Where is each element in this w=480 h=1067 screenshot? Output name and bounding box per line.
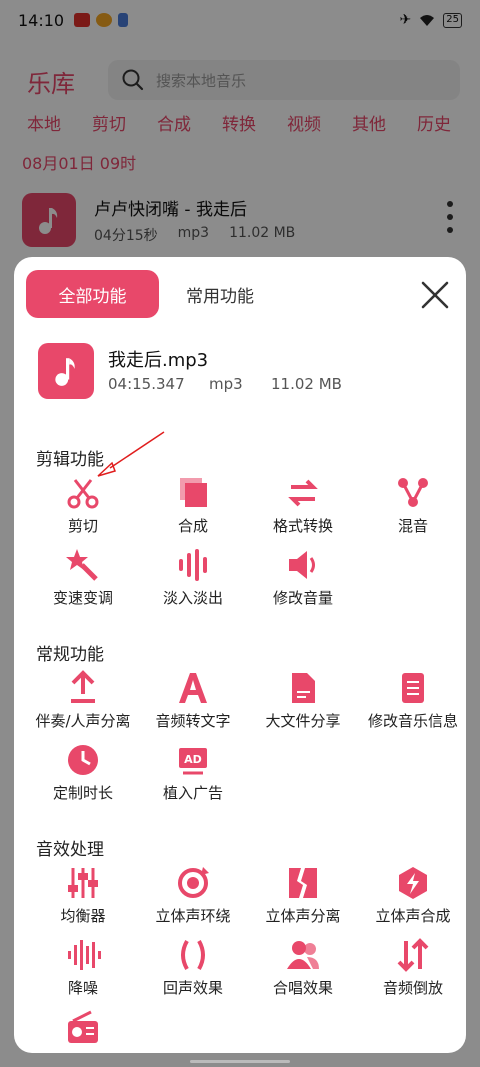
chorus-icon (283, 937, 323, 973)
file-info-card: 我走后.mp3 04:15.347 mp3 11.02 MB (38, 343, 458, 405)
section-title: 音效处理 (36, 840, 104, 860)
file-size: 11.02 MB (271, 375, 342, 393)
section-title: 常规功能 (36, 645, 104, 665)
equalizer-icon (63, 865, 103, 901)
function-label: 立体声分离 (265, 907, 341, 925)
function-item-magic-wand[interactable]: 变速变调 (26, 547, 140, 611)
function-label: 大文件分享 (265, 712, 341, 730)
function-label: 音频转文字 (155, 712, 231, 730)
text-icon (173, 670, 213, 706)
music-note-icon (55, 358, 75, 386)
function-label: 修改音乐信息 (367, 712, 458, 730)
sheet-tabs: 全部功能 常用功能 (26, 270, 456, 320)
function-label: 均衡器 (60, 907, 106, 925)
function-label: 修改音量 (272, 589, 333, 607)
scissors-icon (63, 475, 103, 511)
svg-text:AD: AD (184, 753, 202, 766)
ad-icon: AD (173, 742, 213, 778)
file-share-icon (283, 670, 323, 706)
file-thumbnail (38, 343, 94, 399)
function-item-mix[interactable]: 混音 (356, 475, 466, 539)
function-label: 立体声环绕 (155, 907, 231, 925)
function-sheet: 全部功能 常用功能 我走后.mp3 04:15.347 mp3 11.02 MB… (14, 257, 466, 1053)
function-label: 变速变调 (52, 589, 113, 607)
radio-icon (63, 1009, 103, 1045)
stereo-merge-icon (393, 865, 433, 901)
function-label: 植入广告 (162, 784, 223, 802)
function-label: 伴奏/人声分离 (35, 712, 131, 730)
function-item-merge[interactable]: 合成 (136, 475, 250, 539)
noise-reduction-icon (63, 937, 103, 973)
document-icon (393, 670, 433, 706)
function-item-noise-reduction[interactable]: 降噪 (26, 937, 140, 1001)
function-item-stereo-merge[interactable]: 立体声合成 (356, 865, 466, 929)
section-title: 剪辑功能 (36, 450, 104, 470)
mix-icon (393, 475, 433, 511)
merge-icon (173, 475, 213, 511)
function-item-surround[interactable]: 立体声环绕 (136, 865, 250, 929)
echo-icon (173, 937, 213, 973)
file-format: mp3 (209, 375, 243, 393)
fade-icon (173, 547, 213, 583)
file-duration: 04:15.347 (108, 375, 185, 393)
close-icon[interactable] (418, 278, 452, 312)
split-icon (283, 865, 323, 901)
convert-icon (283, 475, 323, 511)
function-label: 格式转换 (272, 517, 333, 535)
function-label: 淡入淡出 (162, 589, 223, 607)
function-item-scissors[interactable]: 剪切 (26, 475, 140, 539)
function-item-document[interactable]: 修改音乐信息 (356, 670, 466, 734)
function-item-chorus[interactable]: 合唱效果 (246, 937, 360, 1001)
file-name: 我走后.mp3 (108, 350, 209, 371)
reverse-icon (393, 937, 433, 973)
function-item-file-share[interactable]: 大文件分享 (246, 670, 360, 734)
function-label: 回声效果 (162, 979, 223, 997)
magic-wand-icon (63, 547, 103, 583)
function-item-volume[interactable]: 修改音量 (246, 547, 360, 611)
function-item-fade[interactable]: 淡入淡出 (136, 547, 250, 611)
function-label: 降噪 (67, 979, 98, 997)
function-item-ad[interactable]: AD 植入广告 (136, 742, 250, 806)
volume-icon (283, 547, 323, 583)
function-label: 定制时长 (52, 784, 113, 802)
tab-all-functions[interactable]: 全部功能 (26, 270, 159, 318)
function-item-upload[interactable]: 伴奏/人声分离 (26, 670, 140, 734)
function-label: 音频倒放 (382, 979, 443, 997)
surround-icon (173, 865, 213, 901)
function-item-reverse[interactable]: 音频倒放 (356, 937, 466, 1001)
function-item-equalizer[interactable]: 均衡器 (26, 865, 140, 929)
function-label: 立体声合成 (375, 907, 451, 925)
function-item-text[interactable]: 音频转文字 (136, 670, 250, 734)
function-label: 合唱效果 (272, 979, 333, 997)
function-item-convert[interactable]: 格式转换 (246, 475, 360, 539)
function-item-radio[interactable] (26, 1009, 140, 1053)
function-label: 合成 (177, 517, 208, 535)
function-label: 剪切 (67, 517, 98, 535)
clock-icon (63, 742, 103, 778)
function-item-echo[interactable]: 回声效果 (136, 937, 250, 1001)
function-label: 混音 (397, 517, 428, 535)
gesture-bar (190, 1060, 290, 1063)
function-item-clock[interactable]: 定制时长 (26, 742, 140, 806)
upload-icon (63, 670, 103, 706)
tab-common-functions[interactable]: 常用功能 (186, 270, 254, 318)
function-item-split[interactable]: 立体声分离 (246, 865, 360, 929)
